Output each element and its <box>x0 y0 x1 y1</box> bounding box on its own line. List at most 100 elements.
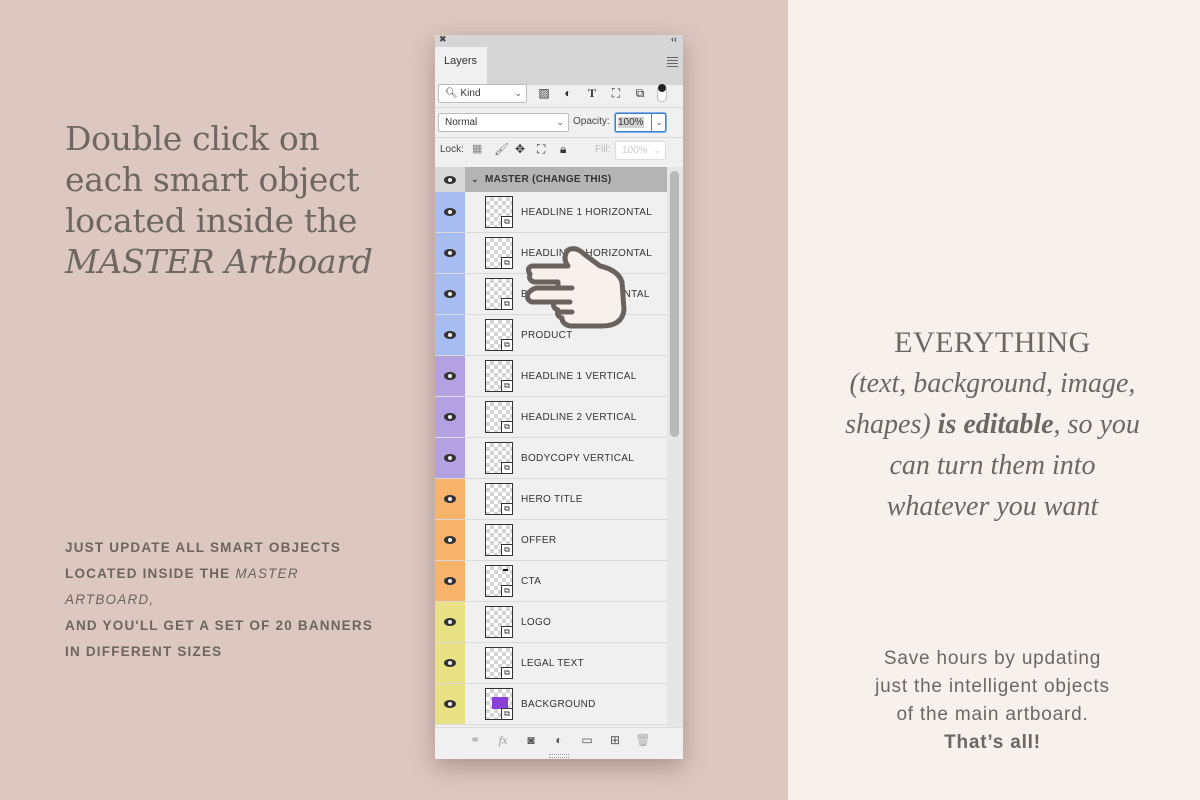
visibility-toggle[interactable] <box>435 520 465 560</box>
layer-row[interactable]: ⧉ BACKGROUND <box>435 684 667 725</box>
opacity-label: Opacity: <box>573 116 610 127</box>
eye-icon <box>444 495 456 503</box>
layer-body[interactable]: ⧉ BODYCOPY VERTICAL <box>465 438 667 478</box>
new-layer-icon[interactable]: ⊞ <box>607 733 623 747</box>
visibility-toggle[interactable] <box>435 438 465 478</box>
layer-body[interactable]: ⧉ HERO TITLE <box>465 479 667 519</box>
visibility-toggle[interactable] <box>435 356 465 396</box>
adjustment-layer-filter-icon[interactable]: ◐ <box>561 86 575 100</box>
layer-group-master[interactable]: ⌄ MASTER (CHANGE THIS) <box>435 167 667 192</box>
save-note-bold: That’s all! <box>944 732 1041 753</box>
panel-tab-row: Layers <box>435 47 683 85</box>
panel-footer: ⚭ fx ◙ ◐ ▭ ⊞ 🗑︎ <box>435 729 683 751</box>
new-group-folder-icon[interactable]: ▭ <box>579 733 595 747</box>
blend-mode-select[interactable]: Normal ⌄ <box>438 113 569 132</box>
smart-object-icon: ⧉ <box>501 544 513 556</box>
pointing-hand-icon <box>525 246 627 329</box>
eye-icon <box>444 413 456 421</box>
opacity-input[interactable]: 100% ⌄ <box>615 113 666 132</box>
visibility-toggle[interactable] <box>435 233 465 273</box>
visibility-toggle[interactable] <box>435 274 465 314</box>
layer-row[interactable]: ⧉ HEADLINE 1 HORIZONTAL <box>435 192 667 233</box>
trash-icon[interactable]: 🗑︎ <box>635 733 651 747</box>
chevron-down-icon[interactable]: ⌄ <box>465 174 485 185</box>
layer-row[interactable]: ⧉ HEADLINE 1 VERTICAL <box>435 356 667 397</box>
layer-body[interactable]: ⧉ LOGO <box>465 602 667 642</box>
visibility-toggle[interactable] <box>435 315 465 355</box>
lock-position-icon[interactable]: ✥ <box>515 142 525 156</box>
smart-object-icon: ⧉ <box>501 298 513 310</box>
resize-grip[interactable] <box>549 754 569 758</box>
update-note-text: LOCATED INSIDE THE <box>65 566 236 581</box>
visibility-toggle[interactable] <box>435 561 465 601</box>
artboard-nesting-icon[interactable]: ⛶ <box>537 142 545 157</box>
save-note-line: of the main artboard. <box>896 704 1089 725</box>
filter-toggle[interactable] <box>657 84 667 102</box>
scrollbar-thumb[interactable] <box>670 171 679 437</box>
visibility-toggle[interactable] <box>435 192 465 232</box>
layer-body[interactable]: ⧉ HEADLINE 2 VERTICAL <box>465 397 667 437</box>
collapse-icon[interactable]: ‹‹ <box>671 34 677 44</box>
headline-italic: MASTER Artboard <box>65 242 373 281</box>
update-note-line: LOCATED INSIDE THE MASTER ARTBOARD, <box>65 561 385 613</box>
layers-panel: ✖ ‹‹ Layers 🔍︎ Kind ⌄ ▨ ◐ T ⛶ ⧉ Normal ⌄… <box>435 34 683 759</box>
eye-icon <box>444 208 456 216</box>
search-icon: 🔍︎ <box>445 88 458 99</box>
close-icon[interactable]: ✖ <box>439 34 447 45</box>
layer-name: HEADLINE 1 HORIZONTAL <box>521 206 653 218</box>
layer-thumbnail: ⧉ <box>485 606 513 638</box>
layer-name: HEADLINE 1 VERTICAL <box>521 370 637 382</box>
link-layers-icon[interactable]: ⚭ <box>467 733 483 747</box>
visibility-toggle[interactable] <box>435 167 465 192</box>
fx-icon[interactable]: fx <box>495 733 511 748</box>
fill-input[interactable]: 100% ⌄ <box>615 141 666 160</box>
layer-row[interactable]: ⧉ HERO TITLE <box>435 479 667 520</box>
layer-row[interactable]: ⧉ LOGO <box>435 602 667 643</box>
everything-bold: is editable <box>937 409 1054 440</box>
lock-image-pixels-icon[interactable]: 🖌︎ <box>494 142 509 156</box>
shape-layer-filter-icon[interactable]: ⛶ <box>609 86 623 101</box>
layer-body[interactable]: ⧉ HEADLINE 1 HORIZONTAL <box>465 192 667 232</box>
eye-icon <box>444 536 456 544</box>
layer-thumbnail: ⧉ <box>485 278 513 310</box>
everything-line: , so you <box>1053 409 1140 440</box>
layer-name: BACKGROUND <box>521 698 596 710</box>
smart-object-icon: ⧉ <box>501 708 513 720</box>
everything-line: can turn them into <box>889 450 1096 481</box>
visibility-toggle[interactable] <box>435 643 465 683</box>
save-hours-note: Save hours by updating just the intellig… <box>840 645 1145 757</box>
lock-all-icon[interactable]: 🔒︎ <box>560 142 566 157</box>
scrollbar[interactable] <box>667 167 683 727</box>
adjustment-layer-icon[interactable]: ◐ <box>551 733 567 747</box>
layer-body[interactable]: ⧉ LEGAL TEXT <box>465 643 667 683</box>
lock-transparent-pixels-icon[interactable]: ▦ <box>472 142 482 155</box>
fill-value: 100% <box>622 145 648 156</box>
smart-object-filter-icon[interactable]: ⧉ <box>633 86 647 101</box>
eye-icon <box>444 454 456 462</box>
layer-thumbnail: ⧉ <box>485 196 513 228</box>
layer-body[interactable]: ⧉ BACKGROUND <box>465 684 667 724</box>
add-mask-icon[interactable]: ◙ <box>523 733 539 747</box>
layer-body[interactable]: ⧉ OFFER <box>465 520 667 560</box>
chevron-down-icon[interactable]: ⌄ <box>651 114 663 131</box>
visibility-toggle[interactable] <box>435 397 465 437</box>
visibility-toggle[interactable] <box>435 479 465 519</box>
layer-row[interactable]: ⧉ LEGAL TEXT <box>435 643 667 684</box>
layer-thumbnail: ⧉ <box>485 401 513 433</box>
tab-layers[interactable]: Layers <box>435 47 487 85</box>
layer-row[interactable]: ⧉ CTA <box>435 561 667 602</box>
everything-title: EVERYTHING <box>894 326 1091 359</box>
layer-body[interactable]: ⧉ CTA <box>465 561 667 601</box>
layer-body[interactable]: ⧉ HEADLINE 1 VERTICAL <box>465 356 667 396</box>
visibility-toggle[interactable] <box>435 684 465 724</box>
visibility-toggle[interactable] <box>435 602 465 642</box>
smart-object-icon: ⧉ <box>501 421 513 433</box>
filter-kind-select[interactable]: 🔍︎ Kind ⌄ <box>438 84 527 103</box>
pixel-layer-filter-icon[interactable]: ▨ <box>537 86 551 100</box>
type-layer-filter-icon[interactable]: T <box>585 86 599 101</box>
blend-mode-value: Normal <box>445 117 478 128</box>
layer-row[interactable]: ⧉ BODYCOPY VERTICAL <box>435 438 667 479</box>
panel-menu-icon[interactable] <box>667 57 678 69</box>
layer-row[interactable]: ⧉ HEADLINE 2 VERTICAL <box>435 397 667 438</box>
layer-row[interactable]: ⧉ OFFER <box>435 520 667 561</box>
